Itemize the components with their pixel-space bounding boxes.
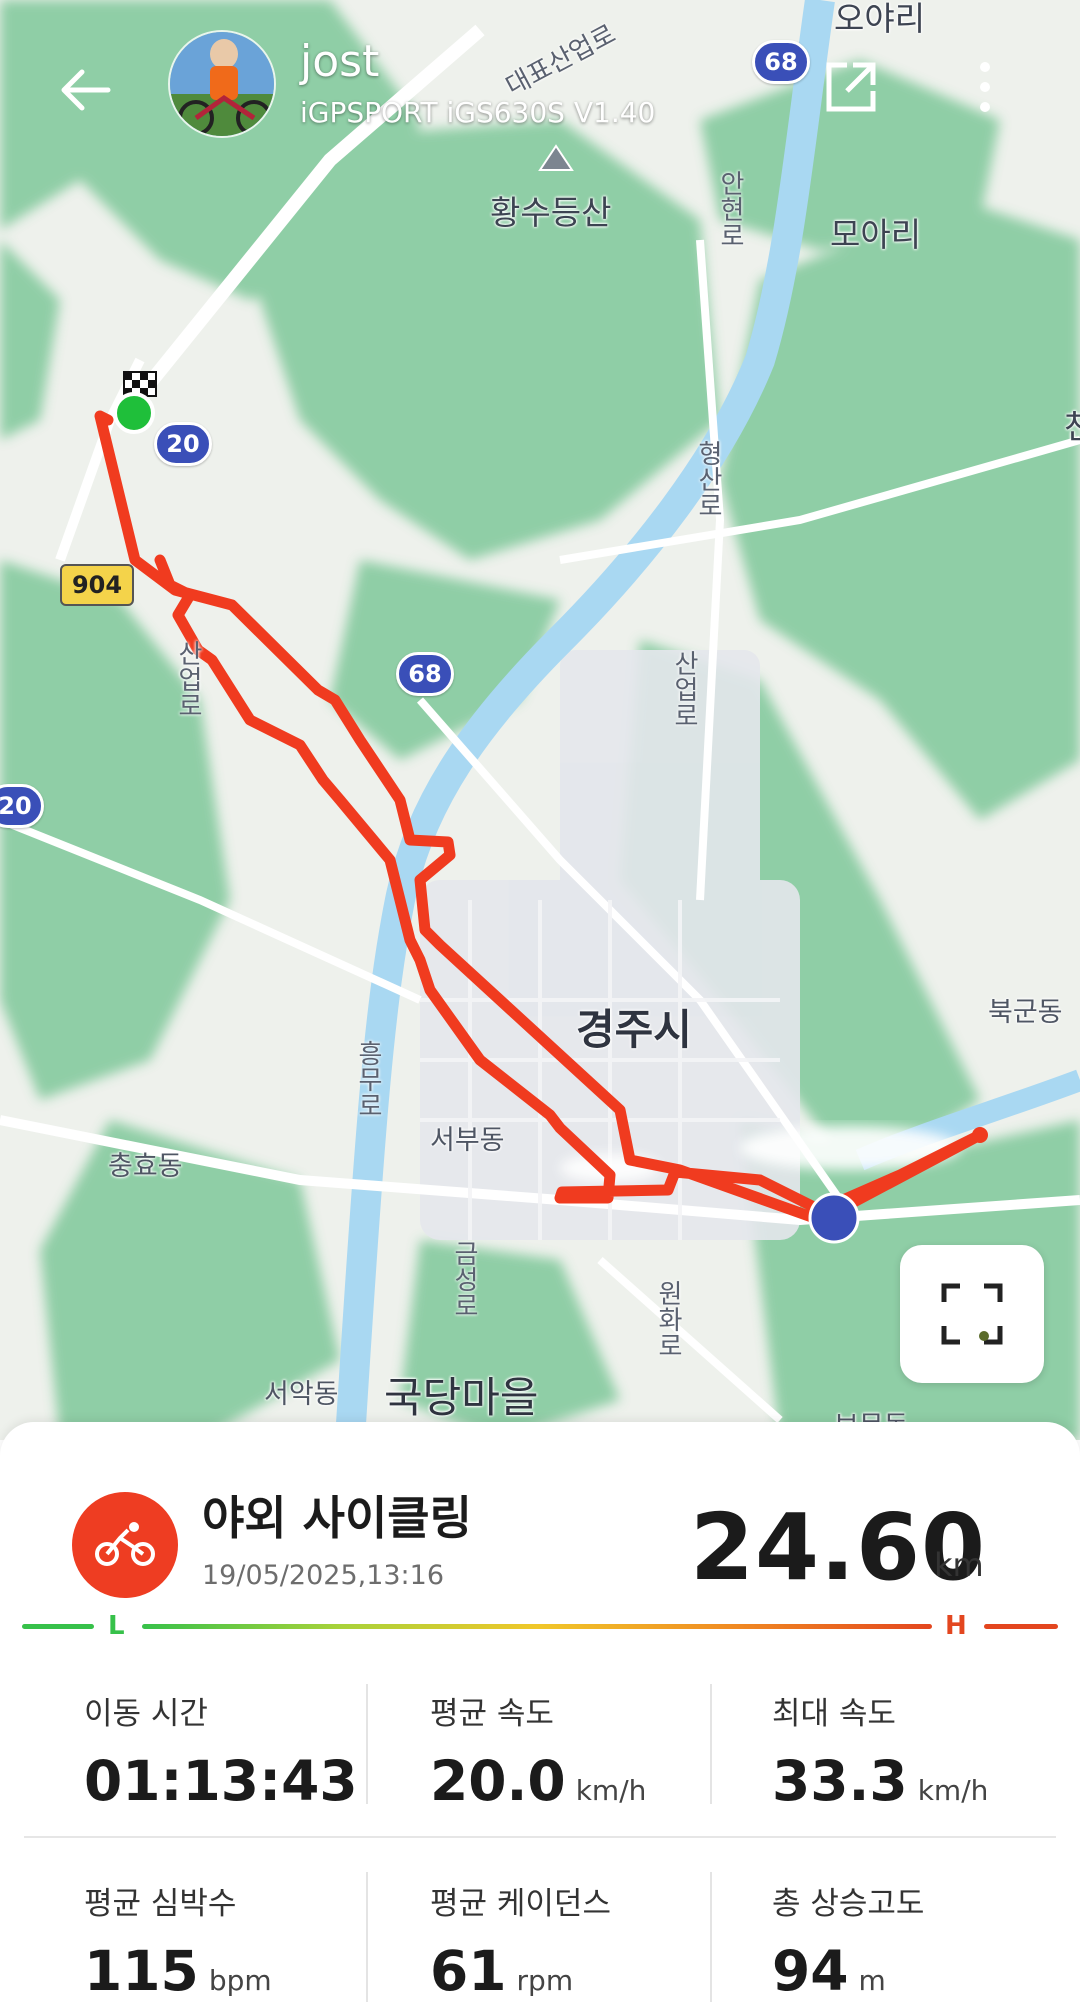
stat-label: 총 상승고도 <box>772 1886 925 1922</box>
stat-avg-heart-rate: 평균 심박수 115 bpm <box>84 1878 404 2002</box>
share-button[interactable] <box>816 52 886 122</box>
divider <box>366 1684 368 1804</box>
stat-max-speed: 최대 속도 33.3 km/h <box>772 1688 1080 1813</box>
stat-avg-cadence: 평균 케이던스 61 rpm <box>430 1878 750 2002</box>
divider <box>710 1872 712 2002</box>
stat-unit: rpm <box>516 1964 574 1997</box>
road-label: 산업로 <box>669 650 699 728</box>
arrow-left-icon <box>61 69 111 111</box>
stat-unit: bpm <box>208 1964 272 1997</box>
place-label: 서악동 <box>264 1379 339 1410</box>
route-shield: 68 <box>396 652 454 696</box>
stat-value: 33.3 <box>772 1749 908 1813</box>
place-label: 오야리 <box>834 0 926 38</box>
place-label: 황수등산 <box>490 193 612 232</box>
user-name: jost <box>300 36 380 87</box>
road-label: 금성로 <box>449 1240 479 1318</box>
fullscreen-button[interactable] <box>900 1245 1044 1383</box>
stat-avg-speed: 평균 속도 20.0 km/h <box>430 1688 750 1813</box>
road-label: 흥무로 <box>353 1040 383 1118</box>
activity-datetime: 19/05/2025,13:16 <box>202 1560 445 1591</box>
avatar-photo <box>170 32 274 136</box>
road-label: 안현로 <box>715 170 745 248</box>
route-shield: 68 <box>752 40 810 84</box>
place-label: 서부동 <box>430 1125 505 1156</box>
device-name: iGPSPORT iGS630S V1.40 <box>300 96 656 129</box>
place-label: 국당마을 <box>384 1373 539 1422</box>
place-label: 천 <box>1064 407 1080 446</box>
start-marker <box>113 392 155 434</box>
stat-value: 94 <box>772 1939 849 2002</box>
legend-high-label: H <box>945 1611 967 1641</box>
stat-unit: km/h <box>917 1774 989 1807</box>
stat-label: 평균 케이던스 <box>430 1886 611 1922</box>
place-label: 북군동 <box>988 997 1063 1028</box>
legend-high-line <box>984 1624 1058 1629</box>
legend-gradient <box>142 1624 932 1629</box>
bicycle-icon <box>95 1522 155 1566</box>
stat-value: 20.0 <box>430 1749 566 1813</box>
fullscreen-icon <box>941 1283 1003 1345</box>
avatar[interactable] <box>168 30 276 138</box>
place-label: 경주시 <box>576 1005 692 1054</box>
stat-label: 평균 속도 <box>430 1696 554 1732</box>
divider <box>710 1684 712 1804</box>
stat-unit: km/h <box>575 1774 647 1807</box>
activity-type-badge <box>72 1492 178 1598</box>
stat-value: 61 <box>430 1939 507 2002</box>
legend-low-line <box>22 1624 94 1629</box>
local-road-shield: 904 <box>60 564 134 606</box>
more-vertical-icon <box>980 62 990 112</box>
activity-type: 야외 사이클링 <box>202 1491 472 1545</box>
road-label: 원화로 <box>653 1280 683 1358</box>
place-label: 모아리 <box>830 215 922 254</box>
activity-summary-sheet: 야외 사이클링 19/05/2025,13:16 24.60 km L H 이동… <box>0 1422 1080 2002</box>
more-options-button[interactable] <box>960 52 1010 122</box>
divider <box>366 1872 368 2002</box>
external-link-icon <box>826 62 876 112</box>
stat-value: 01:13:43 <box>84 1749 358 1813</box>
distance-unit: km <box>934 1546 984 1584</box>
route-shield: 20 <box>0 784 44 828</box>
stat-label: 이동 시간 <box>84 1696 208 1732</box>
stat-label: 평균 심박수 <box>84 1886 237 1922</box>
road-label: 형산로 <box>693 440 723 518</box>
stat-total-ascent: 총 상승고도 94 m <box>772 1878 1080 2002</box>
route-map[interactable]: 오야리 황수등산 모아리 경주시 북군동 서부동 충효동 국당마을 서악동 보문… <box>0 0 1080 1440</box>
stat-moving-time: 이동 시간 01:13:43 <box>84 1688 404 1813</box>
road-label: 산업로 <box>173 640 203 718</box>
finish-flag-icon <box>123 371 157 397</box>
route-shield: 20 <box>154 422 212 466</box>
row-divider <box>24 1836 1056 1838</box>
stat-unit: m <box>858 1964 886 1997</box>
place-label: 충효동 <box>108 1151 183 1182</box>
legend-low-label: L <box>108 1611 125 1641</box>
stat-label: 최대 속도 <box>772 1696 896 1732</box>
back-button[interactable] <box>50 55 120 125</box>
stat-value: 115 <box>84 1939 199 2002</box>
intensity-legend: L H <box>22 1611 1058 1660</box>
